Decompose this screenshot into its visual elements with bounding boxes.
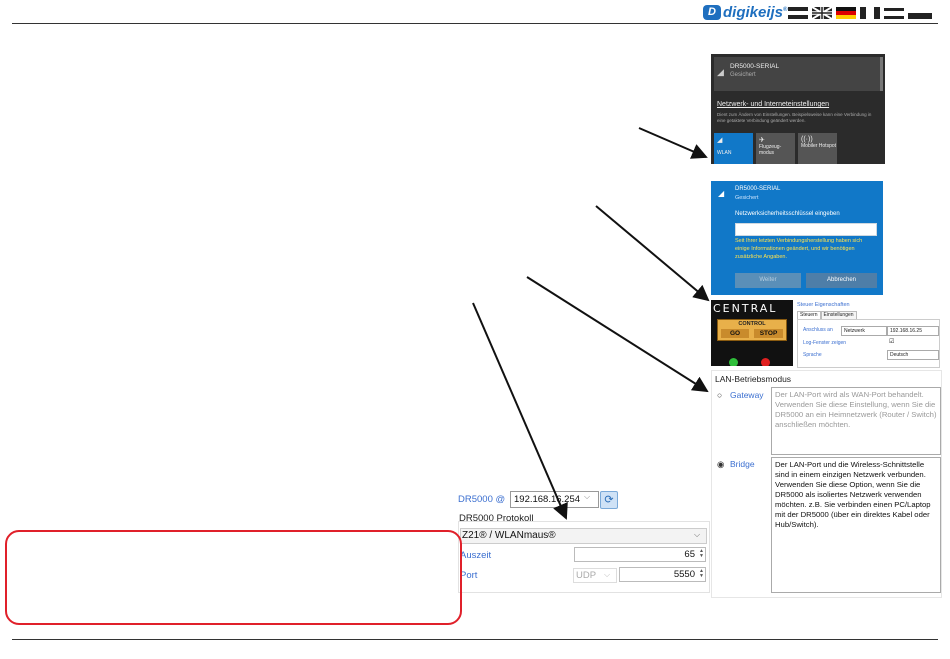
callout-arrows (472, 127, 710, 520)
arrow-to-wifi-list (638, 127, 708, 159)
footer-rule (12, 639, 938, 640)
arrow-to-protocol (472, 302, 568, 520)
arrow-to-lan-mode (526, 276, 709, 393)
arrow-to-central (595, 205, 710, 302)
